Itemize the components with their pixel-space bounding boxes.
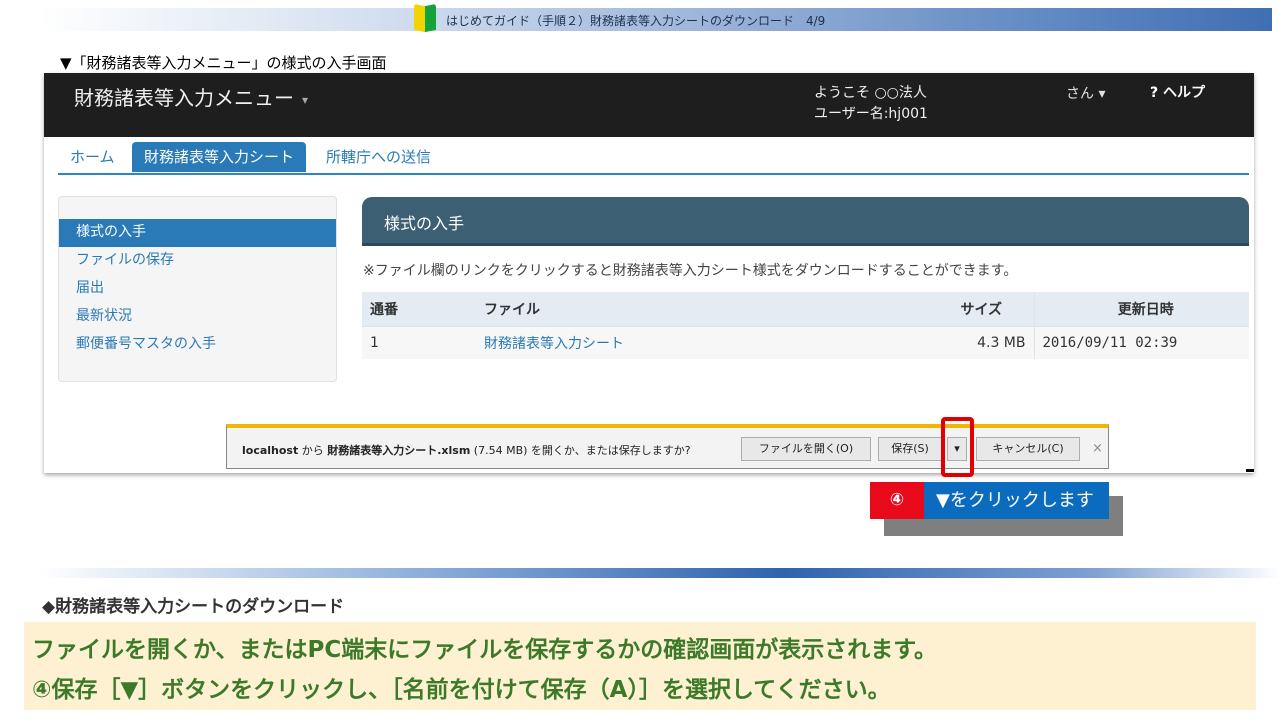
window-corner-mark <box>1246 469 1254 472</box>
download-filename: 財務諸表等入力シート.xlsm <box>327 444 471 457</box>
callout-step-number: ④ <box>870 482 924 519</box>
highlight-box <box>941 417 974 477</box>
download-message: localhost から 財務諸表等入力シート.xlsm (7.54 MB) を… <box>242 442 691 458</box>
welcome-info: ようこそ ○○法人 ユーザー名:hj001 <box>814 83 928 125</box>
step-callout: ④ ▼をクリックします <box>870 482 1109 519</box>
file-size: 4.3 MB <box>929 325 1035 359</box>
guide-header: はじめてガイド（手順２）財務諸表等入力シートのダウンロード 4/9 <box>414 3 826 36</box>
sidebar-item-notify[interactable]: 届出 <box>59 275 336 303</box>
download-notification-bar: localhost から 財務諸表等入力シート.xlsm (7.54 MB) を… <box>226 424 1109 469</box>
instruction-box: ファイルを開くか、またはPC端末にファイルを保存するかの確認画面が表示されます。… <box>24 622 1256 710</box>
sidebar-item-status[interactable]: 最新状況 <box>59 303 336 331</box>
help-link[interactable]: ? ヘルプ <box>1150 82 1205 102</box>
table-row: 1 財務諸表等入力シート 4.3 MB 2016/09/11 02:39 <box>362 325 1249 359</box>
sidebar-item-postal-master[interactable]: 郵便番号マスタの入手 <box>59 331 336 359</box>
beginner-mark-icon <box>414 3 436 35</box>
download-from-text: から <box>298 444 328 457</box>
top-navbar: 財務諸表等入力メニュー ▾ ようこそ ○○法人 ユーザー名:hj001 さん ▾ … <box>44 73 1254 137</box>
updated-at: 2016/09/11 02:39 <box>1034 325 1249 359</box>
sidebar-item-get-form[interactable]: 様式の入手 <box>59 219 336 247</box>
content-header: 様式の入手 <box>362 197 1249 246</box>
file-table: 通番 ファイル サイズ 更新日時 1 財務諸表等入力シート 4.3 MB 201… <box>362 292 1249 359</box>
column-header: 更新日時 <box>1034 292 1249 326</box>
column-header: 通番 <box>362 292 476 326</box>
notice-text: ※ファイル欄のリンクをクリックすると財務諸表等入力シート様式をダウンロードするこ… <box>363 263 1018 279</box>
tab-input-sheet[interactable]: 財務諸表等入力シート <box>132 142 307 172</box>
app-brand: 財務諸表等入力メニュー <box>74 86 294 110</box>
download-question: を開くか、または保存しますか? <box>530 444 691 457</box>
chevron-down-icon: ▾ <box>302 92 309 107</box>
column-header: サイズ <box>929 292 1035 326</box>
section-title: ◆財務諸表等入力シートのダウンロード <box>42 597 345 617</box>
screen-caption: ▼「財務諸表等入力メニュー」の様式の入手画面 <box>60 54 387 72</box>
download-size: (7.54 MB) <box>470 444 531 457</box>
callout-text: ▼をクリックします <box>924 482 1109 519</box>
main-tabs: ホーム 財務諸表等入力シート 所轄庁への送信 <box>58 140 1249 175</box>
tab-submit[interactable]: 所轄庁への送信 <box>314 142 443 172</box>
instruction-line: ④保存［▼］ボタンをクリックし、［名前を付けて保存（A）］を選択してください。 <box>32 677 891 703</box>
open-file-button[interactable]: ファイルを開く(O) <box>741 437 871 461</box>
row-number: 1 <box>362 325 476 359</box>
sidebar: 様式の入手 ファイルの保存 届出 最新状況 郵便番号マスタの入手 <box>58 196 337 382</box>
welcome-text: ようこそ ○○法人 <box>814 85 927 101</box>
instruction-line: ファイルを開くか、またはPC端末にファイルを保存するかの確認画面が表示されます。 <box>32 637 937 663</box>
cancel-button[interactable]: キャンセル(C) <box>976 437 1080 461</box>
section-divider <box>40 568 1280 578</box>
user-menu[interactable]: さん ▾ <box>1066 83 1105 103</box>
save-button[interactable]: 保存(S) <box>878 437 942 461</box>
close-icon[interactable]: × <box>1092 441 1103 456</box>
table-header-row: 通番 ファイル サイズ 更新日時 <box>362 292 1249 326</box>
column-header: ファイル <box>476 292 929 326</box>
tab-home[interactable]: ホーム <box>58 142 127 172</box>
guide-title: はじめてガイド（手順２）財務諸表等入力シートのダウンロード 4/9 <box>446 13 826 28</box>
content-title: 様式の入手 <box>384 214 465 233</box>
file-download-link[interactable]: 財務諸表等入力シート <box>484 336 624 352</box>
sidebar-item-save-file[interactable]: ファイルの保存 <box>59 247 336 275</box>
app-brand-menu[interactable]: 財務諸表等入力メニュー ▾ <box>74 82 308 111</box>
username-text: ユーザー名:hj001 <box>814 106 928 122</box>
download-host: localhost <box>242 444 299 457</box>
